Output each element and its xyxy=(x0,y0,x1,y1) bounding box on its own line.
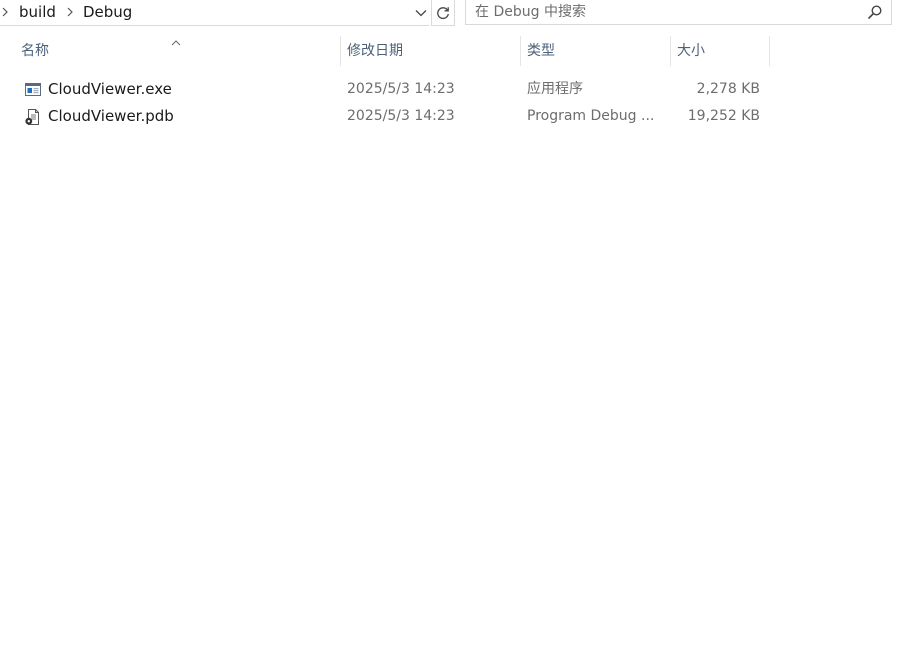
address-bar[interactable]: build Debug xyxy=(0,0,429,26)
column-divider[interactable] xyxy=(769,36,770,66)
column-header-name[interactable]: 名称 xyxy=(14,36,340,66)
column-header-date[interactable]: 修改日期 xyxy=(340,36,520,66)
search-input[interactable] xyxy=(466,0,865,24)
file-name[interactable]: CloudViewer.pdb xyxy=(48,103,336,130)
refresh-button[interactable] xyxy=(431,0,455,26)
file-list-empty-area[interactable] xyxy=(0,131,905,662)
search-icon[interactable] xyxy=(867,4,883,20)
column-header-type[interactable]: 类型 xyxy=(520,36,670,66)
application-exe-icon xyxy=(24,81,42,99)
file-date-modified: 2025/5/3 14:23 xyxy=(347,81,455,97)
file-type: Program Debug ... xyxy=(527,108,655,124)
address-row: build Debug xyxy=(0,0,905,27)
file-size: 2,278 KB xyxy=(696,81,760,97)
file-explorer-window: build Debug 在 Debug 中搜索 名称 修改日期 类型 大小 Cl… xyxy=(0,0,905,662)
breadcrumb-chevron-icon[interactable] xyxy=(0,3,10,21)
debug-database-file-icon xyxy=(24,108,42,126)
breadcrumb-debug[interactable]: Debug xyxy=(83,1,132,23)
refresh-icon xyxy=(435,5,451,21)
breadcrumb-build[interactable]: build xyxy=(19,1,56,23)
file-row[interactable]: CloudViewer.exe 2025/5/3 14:23 应用程序 2,27… xyxy=(0,76,905,103)
address-history-chevron-down-icon[interactable] xyxy=(411,1,431,24)
breadcrumb-chevron-icon[interactable] xyxy=(65,3,75,21)
file-type: 应用程序 xyxy=(527,81,583,97)
file-row[interactable]: CloudViewer.pdb 2025/5/3 14:23 Program D… xyxy=(0,103,905,130)
file-size: 19,252 KB xyxy=(687,108,760,124)
file-date-modified: 2025/5/3 14:23 xyxy=(347,108,455,124)
search-box[interactable] xyxy=(465,0,892,25)
column-header-size[interactable]: 大小 xyxy=(670,36,770,66)
file-name[interactable]: CloudViewer.exe xyxy=(48,76,336,103)
